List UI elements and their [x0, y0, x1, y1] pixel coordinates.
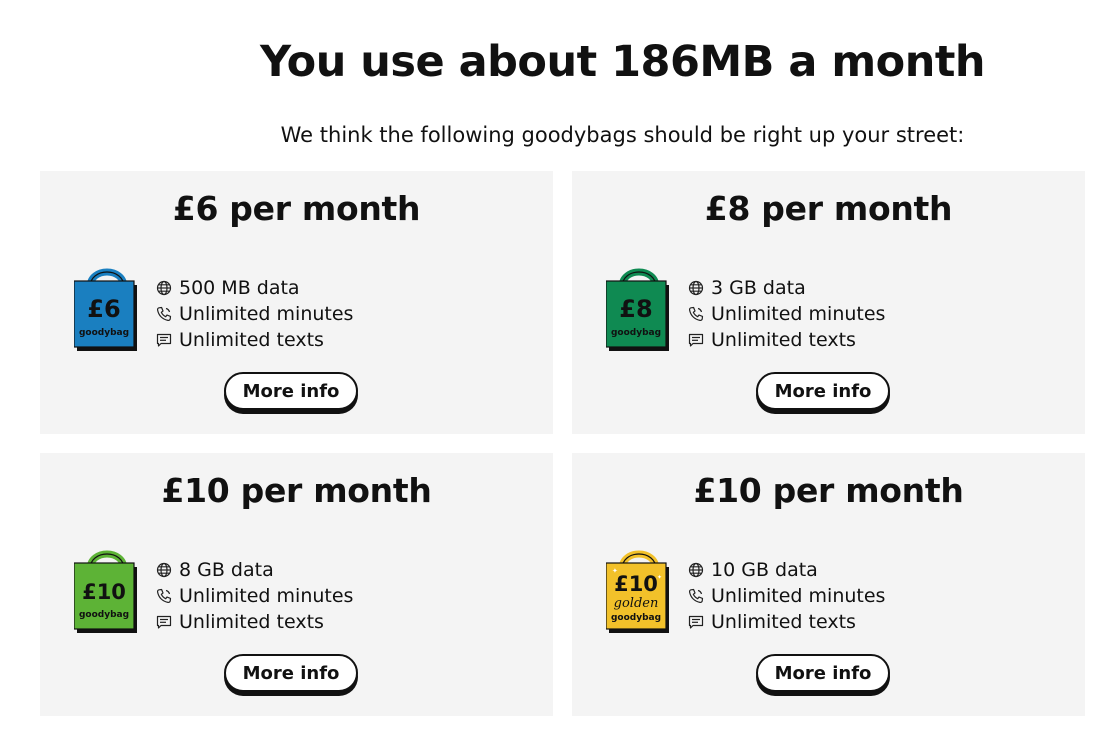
bag-amount: £6: [87, 295, 120, 323]
feature-minutes: Unlimited minutes: [156, 301, 353, 327]
feature-data-label: 8 GB data: [179, 559, 274, 581]
feature-texts: Unlimited texts: [156, 609, 353, 635]
feature-texts: Unlimited texts: [688, 327, 885, 353]
plan-features: 8 GB data Unlimited minutes Unlimited te…: [156, 557, 353, 635]
phone-icon: [156, 588, 172, 604]
feature-minutes-label: Unlimited minutes: [711, 585, 886, 607]
plan-price: £6 per month: [172, 189, 421, 228]
plan-card: £10 per month £10 goodybag 8 GB data Unl…: [40, 453, 553, 716]
goodybag-icon: £8 goodybag: [606, 261, 672, 351]
bag-amount: £10: [82, 580, 126, 604]
feature-data: 8 GB data: [156, 557, 353, 583]
bag-brand: goodybag: [79, 610, 129, 620]
feature-texts: Unlimited texts: [156, 327, 353, 353]
feature-data: 500 MB data: [156, 275, 353, 301]
page-subtitle: We think the following goodybags should …: [280, 123, 965, 147]
feature-texts-label: Unlimited texts: [179, 329, 324, 351]
feature-data-label: 500 MB data: [179, 277, 300, 299]
plan-features: 500 MB data Unlimited minutes Unlimited …: [156, 275, 353, 353]
message-icon: [156, 332, 172, 348]
feature-data-label: 10 GB data: [711, 559, 818, 581]
plan-card: £6 per month £6 goodybag 500 MB data Unl…: [40, 171, 553, 434]
feature-data: 3 GB data: [688, 275, 885, 301]
goodybag-icon: £10 goodybag: [74, 543, 140, 633]
bag-amount: £10: [614, 572, 658, 596]
plan-features: 3 GB data Unlimited minutes Unlimited te…: [688, 275, 885, 353]
bag-golden-label: golden: [614, 596, 659, 611]
bag-brand: goodybag: [611, 613, 661, 623]
bag-amount: £8: [619, 295, 652, 323]
feature-minutes-label: Unlimited minutes: [711, 303, 886, 325]
phone-icon: [156, 306, 172, 322]
plan-card: £10 per month ✦ ✦ £10 golden goodybag 10…: [572, 453, 1085, 716]
feature-minutes: Unlimited minutes: [688, 583, 885, 609]
globe-icon: [156, 562, 172, 578]
feature-minutes-label: Unlimited minutes: [179, 303, 354, 325]
message-icon: [688, 614, 704, 630]
plan-price: £10 per month: [161, 471, 432, 510]
goodybag-icon: £6 goodybag: [74, 261, 140, 351]
feature-texts-label: Unlimited texts: [711, 611, 856, 633]
phone-icon: [688, 588, 704, 604]
more-info-button[interactable]: More info: [224, 654, 358, 692]
golden-goodybag-icon: ✦ ✦ £10 golden goodybag: [606, 543, 672, 633]
globe-icon: [688, 280, 704, 296]
feature-texts-label: Unlimited texts: [179, 611, 324, 633]
globe-icon: [688, 562, 704, 578]
feature-data: 10 GB data: [688, 557, 885, 583]
message-icon: [156, 614, 172, 630]
plan-features: 10 GB data Unlimited minutes Unlimited t…: [688, 557, 885, 635]
feature-minutes: Unlimited minutes: [688, 301, 885, 327]
feature-data-label: 3 GB data: [711, 277, 806, 299]
page-title: You use about 186MB a month: [259, 37, 986, 87]
more-info-button[interactable]: More info: [224, 372, 358, 410]
feature-minutes: Unlimited minutes: [156, 583, 353, 609]
plan-card: £8 per month £8 goodybag 3 GB data Unlim…: [572, 171, 1085, 434]
message-icon: [688, 332, 704, 348]
bag-brand: goodybag: [611, 328, 661, 338]
feature-texts-label: Unlimited texts: [711, 329, 856, 351]
globe-icon: [156, 280, 172, 296]
more-info-button[interactable]: More info: [756, 372, 890, 410]
plan-price: £10 per month: [693, 471, 964, 510]
phone-icon: [688, 306, 704, 322]
feature-texts: Unlimited texts: [688, 609, 885, 635]
plan-price: £8 per month: [704, 189, 953, 228]
feature-minutes-label: Unlimited minutes: [179, 585, 354, 607]
bag-brand: goodybag: [79, 328, 129, 338]
more-info-button[interactable]: More info: [756, 654, 890, 692]
